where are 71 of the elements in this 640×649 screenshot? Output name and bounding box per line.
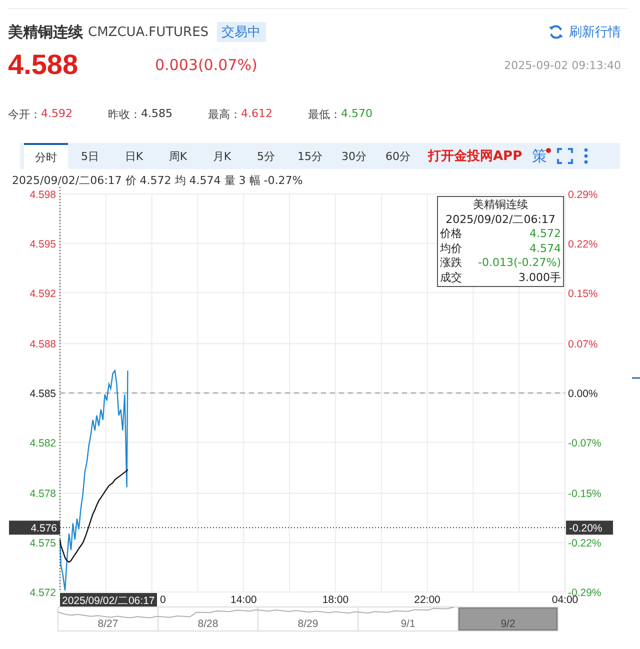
navigator-date-label: 8/28 xyxy=(198,618,218,630)
tooltip-value: -0.013(-0.27%) xyxy=(478,256,561,270)
navigator-date-label: 9/1 xyxy=(400,618,416,630)
period-tab[interactable]: 60分 xyxy=(376,143,420,169)
period-tab[interactable]: 30分 xyxy=(332,143,376,169)
percent-axis-label: 0.29% xyxy=(568,189,598,201)
stat-value: 4.585 xyxy=(141,107,172,121)
stat-label: 昨收： xyxy=(108,107,141,121)
period-tab[interactable]: 周K xyxy=(156,143,200,169)
strategy-button[interactable]: 策 xyxy=(532,146,548,166)
stat-label: 今开： xyxy=(8,107,41,121)
percent-axis-label: 0.22% xyxy=(568,238,598,250)
y-axis-label: 4.598 xyxy=(30,189,56,201)
tooltip-label: 均价 xyxy=(440,242,462,256)
app-link[interactable]: 打开金投网APP xyxy=(428,147,522,165)
x-axis-label: 0 xyxy=(160,594,166,606)
refresh-button[interactable]: 刷新行情 xyxy=(548,23,621,41)
period-tab[interactable]: 5分 xyxy=(244,143,288,169)
navigator-date-label: 9/2 xyxy=(500,618,516,630)
ref-line-label: 4.576 xyxy=(30,522,58,535)
tooltip-label: 涨跌 xyxy=(440,256,462,270)
fullscreen-icon[interactable] xyxy=(557,148,574,164)
stat-label: 最低： xyxy=(308,107,341,121)
y-axis-label: 4.578 xyxy=(30,488,56,500)
percent-axis-label: 0.15% xyxy=(568,288,598,300)
period-tab[interactable]: 日K xyxy=(112,143,156,169)
percent-axis-label: 0.07% xyxy=(568,338,598,351)
percent-axis-label: -0.22% xyxy=(568,538,602,550)
percent-axis-label: -0.15% xyxy=(568,488,602,500)
stat-label: 最高： xyxy=(208,107,241,121)
y-axis-label: 4.592 xyxy=(30,288,56,300)
y-axis-label: 4.585 xyxy=(30,388,56,400)
status-badge: 交易中 xyxy=(216,22,266,42)
crosshair-time-label: 2025/09/02/二06:17 xyxy=(60,593,157,607)
tooltip-title: 美精铜连续 xyxy=(472,198,529,212)
hover-info: 2025/09/02/二06:17 价 4.572 均 4.574 量 3 幅 -0.27% xyxy=(11,173,304,187)
x-axis-label: 22:00 xyxy=(414,594,440,606)
stat-value: 4.612 xyxy=(241,107,272,121)
stat-value: 4.570 xyxy=(341,107,372,121)
stat-value: 4.592 xyxy=(41,107,72,121)
y-axis-label: 4.582 xyxy=(30,437,56,450)
period-tab[interactable]: 月K xyxy=(200,143,244,169)
tooltip-time: 2025/09/02/二06:17 xyxy=(444,212,556,227)
instrument-code: CMZCUA.FUTURES xyxy=(88,24,209,40)
instrument-name: 美精铜连续 xyxy=(8,22,83,42)
y-axis-label: 4.575 xyxy=(30,538,56,550)
price-change: 0.003(0.07%) xyxy=(155,56,258,74)
tooltip-label: 价格 xyxy=(440,227,462,242)
tooltip-label: 成交 xyxy=(440,270,462,285)
navigator-date-label: 8/27 xyxy=(98,618,118,630)
refresh-icon xyxy=(548,24,564,40)
tooltip-value: 3.000手 xyxy=(518,270,561,285)
tooltip-value: 4.574 xyxy=(530,242,561,256)
y-axis-label: 4.572 xyxy=(30,587,56,599)
crosshair-price-label: 4.576 xyxy=(9,520,60,535)
x-axis-label: 18:00 xyxy=(322,594,349,606)
last-price: 4.588 xyxy=(8,49,80,81)
y-axis-label: 4.588 xyxy=(30,338,56,351)
y-axis-label: 4.595 xyxy=(30,238,56,250)
period-tab[interactable]: 15分 xyxy=(288,143,332,169)
navigator-date-label: 8/29 xyxy=(298,618,318,630)
percent-axis-label: -0.07% xyxy=(568,437,602,450)
more-icon[interactable] xyxy=(583,148,590,164)
percent-axis-label: 0.00% xyxy=(568,388,598,400)
period-tab[interactable]: 分时 xyxy=(24,143,68,169)
quote-time: 2025-09-02 09:13:40 xyxy=(504,58,621,72)
edge-handle[interactable] xyxy=(632,377,640,379)
tooltip-value: 4.572 xyxy=(530,227,561,242)
x-axis-label: 14:00 xyxy=(230,594,257,606)
crosshair-percent-label: -0.20% xyxy=(566,520,613,535)
period-tab[interactable]: 5日 xyxy=(68,143,112,169)
